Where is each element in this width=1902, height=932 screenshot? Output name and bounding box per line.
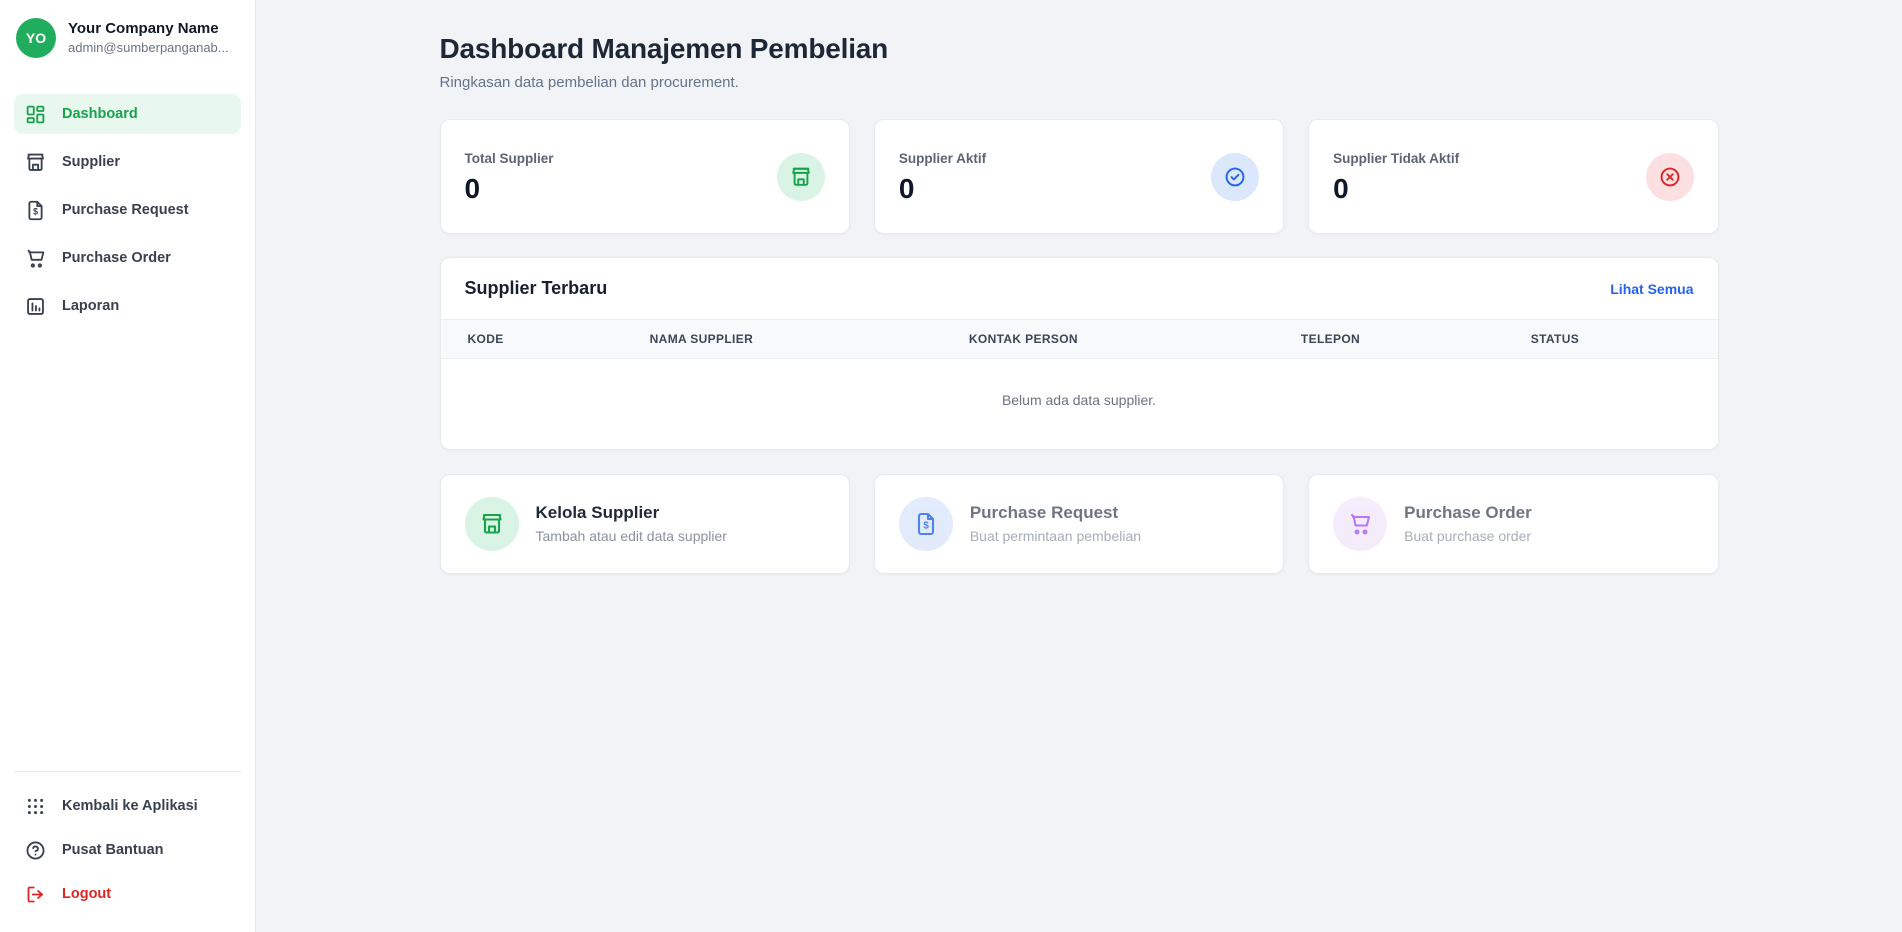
action-subtitle: Buat purchase order: [1404, 528, 1532, 545]
sidebar: YO Your Company Name admin@sumberpangana…: [0, 0, 256, 932]
profile-email: admin@sumberpanganab...: [68, 39, 229, 57]
sidebar-item-laporan[interactable]: Laporan: [14, 286, 241, 326]
stat-value: 0: [465, 175, 554, 203]
layout-dashboard-icon: [25, 104, 46, 125]
action-title: Purchase Order: [1404, 503, 1532, 523]
storefront-icon: [25, 152, 46, 173]
sidebar-item-purchase-request[interactable]: $ Purchase Request: [14, 190, 241, 230]
storefront-icon: [465, 497, 519, 551]
sidebar-item-label: Purchase Order: [62, 250, 171, 266]
sidebar-item-label: Logout: [62, 886, 111, 902]
purchase-order-card[interactable]: Purchase Order Buat purchase order: [1308, 474, 1718, 574]
grid-dots-icon: [25, 796, 46, 817]
section-title: Supplier Terbaru: [465, 278, 608, 299]
bar-chart-icon: [25, 296, 46, 317]
sidebar-item-dashboard[interactable]: Dashboard: [14, 94, 241, 134]
stat-card-supplier-aktif: Supplier Aktif 0: [874, 119, 1284, 234]
profile-block[interactable]: YO Your Company Name admin@sumberpangana…: [0, 0, 255, 70]
sidebar-footer: Kembali ke Aplikasi Pusat Bantuan Logout: [14, 771, 241, 932]
stat-label: Supplier Tidak Aktif: [1333, 151, 1459, 166]
avatar: YO: [16, 18, 56, 58]
column-header-telepon: TELEPON: [1277, 320, 1507, 359]
stat-value: 0: [899, 175, 986, 203]
file-dollar-icon: $: [25, 200, 46, 221]
empty-state-text: Belum ada data supplier.: [441, 359, 1718, 450]
table-empty-row: Belum ada data supplier.: [441, 359, 1718, 450]
main-content: Dashboard Manajemen Pembelian Ringkasan …: [256, 0, 1902, 932]
storefront-icon: [777, 153, 825, 201]
sidebar-item-purchase-order[interactable]: Purchase Order: [14, 238, 241, 278]
stat-card-total-supplier: Total Supplier 0: [440, 119, 850, 234]
sidebar-item-label: Dashboard: [62, 106, 138, 122]
lihat-semua-link[interactable]: Lihat Semua: [1610, 281, 1693, 297]
stat-label: Total Supplier: [465, 151, 554, 166]
svg-text:$: $: [33, 206, 38, 216]
file-dollar-icon: $: [899, 497, 953, 551]
action-title: Kelola Supplier: [536, 503, 727, 523]
quick-actions-row: Kelola Supplier Tambah atau edit data su…: [440, 474, 1719, 574]
purchase-request-card[interactable]: $ Purchase Request Buat permintaan pembe…: [874, 474, 1284, 574]
kelola-supplier-card[interactable]: Kelola Supplier Tambah atau edit data su…: [440, 474, 850, 574]
stats-row: Total Supplier 0 Supplier Aktif 0: [440, 119, 1719, 234]
logout-icon: [25, 884, 46, 905]
sidebar-item-label: Pusat Bantuan: [62, 842, 164, 858]
supplier-table: KODE NAMA SUPPLIER KONTAK PERSON TELEPON…: [441, 319, 1718, 449]
sidebar-nav: Dashboard Supplier $ Purchase Request: [0, 70, 255, 771]
action-title: Purchase Request: [970, 503, 1141, 523]
action-subtitle: Tambah atau edit data supplier: [536, 528, 727, 545]
column-header-nama-supplier: NAMA SUPPLIER: [626, 320, 945, 359]
sidebar-item-pusat-bantuan[interactable]: Pusat Bantuan: [14, 830, 241, 870]
page-subtitle: Ringkasan data pembelian dan procurement…: [440, 74, 1719, 91]
help-circle-icon: [25, 840, 46, 861]
column-header-status: STATUS: [1507, 320, 1718, 359]
company-name: Your Company Name: [68, 19, 229, 39]
supplier-terbaru-card: Supplier Terbaru Lihat Semua KODE NAMA S…: [440, 257, 1719, 450]
stat-label: Supplier Aktif: [899, 151, 986, 166]
page-title: Dashboard Manajemen Pembelian: [440, 33, 1719, 65]
action-subtitle: Buat permintaan pembelian: [970, 528, 1141, 545]
table-header-row: KODE NAMA SUPPLIER KONTAK PERSON TELEPON…: [441, 320, 1718, 359]
logout-button[interactable]: Logout: [14, 874, 241, 914]
column-header-kontak-person: KONTAK PERSON: [945, 320, 1277, 359]
sidebar-item-supplier[interactable]: Supplier: [14, 142, 241, 182]
x-circle-icon: [1646, 153, 1694, 201]
stat-card-supplier-tidak-aktif: Supplier Tidak Aktif 0: [1308, 119, 1718, 234]
svg-text:$: $: [923, 521, 929, 532]
sidebar-item-label: Laporan: [62, 298, 119, 314]
column-header-kode: KODE: [441, 320, 626, 359]
sidebar-item-label: Kembali ke Aplikasi: [62, 798, 198, 814]
sidebar-item-label: Purchase Request: [62, 202, 189, 218]
shopping-cart-icon: [25, 248, 46, 269]
sidebar-item-kembali-ke-aplikasi[interactable]: Kembali ke Aplikasi: [14, 786, 241, 826]
stat-value: 0: [1333, 175, 1459, 203]
sidebar-item-label: Supplier: [62, 154, 120, 170]
check-circle-icon: [1211, 153, 1259, 201]
shopping-cart-icon: [1333, 497, 1387, 551]
